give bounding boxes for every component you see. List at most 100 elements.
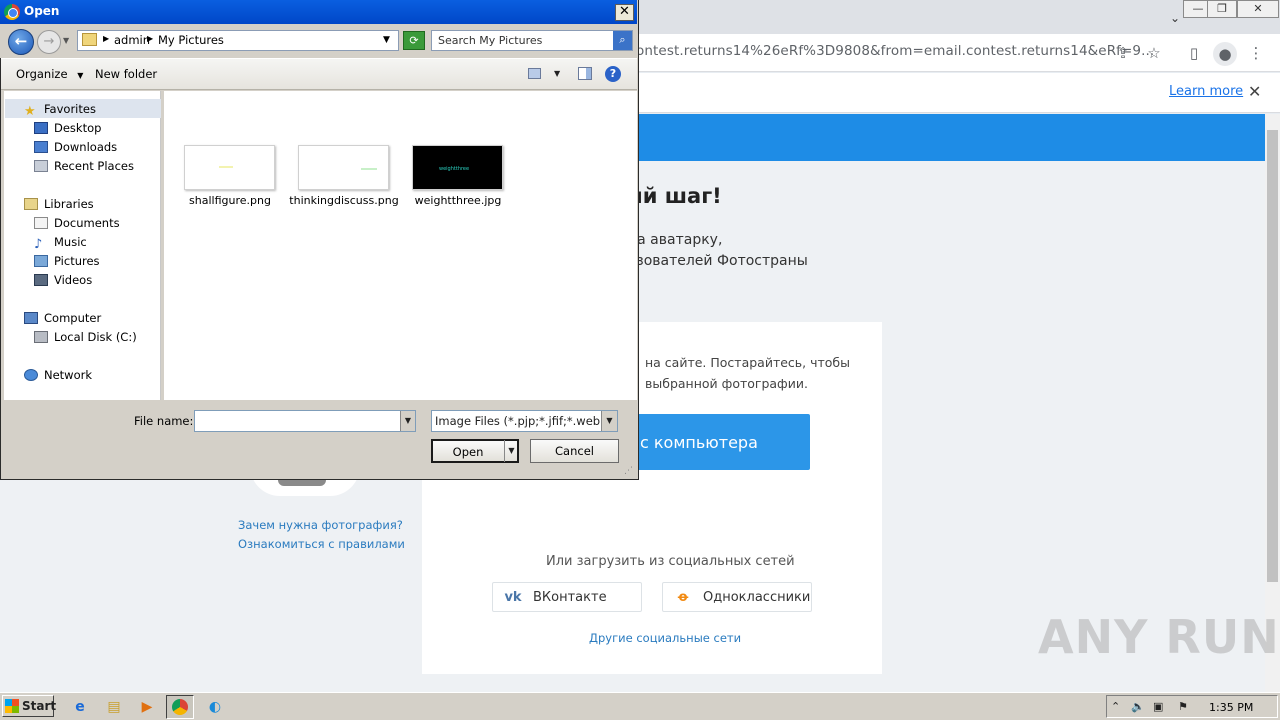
breadcrumb-admin[interactable]: admin [114,33,150,47]
media-player-icon[interactable]: ▶ [133,695,161,719]
organize-button[interactable]: Organize ▼ [16,67,83,81]
action-center-flag-icon[interactable]: ⚑ [1178,700,1188,713]
vk-icon: vk [504,589,522,605]
breadcrumb-my-pictures[interactable]: My Pictures [158,33,224,47]
search-icon[interactable]: ⌕ [613,31,632,50]
thumbnail-text: weightthree [439,166,470,172]
breadcrumb-arrow-icon[interactable]: ▶ [147,34,153,43]
file-type-select[interactable]: Image Files (*.pjp;*.jfif;*.webp;* [431,410,618,432]
music-icon: ♪ [34,237,43,252]
infobar-close-icon[interactable]: ✕ [1248,82,1261,101]
file-explorer-icon[interactable]: ▤ [100,695,128,719]
libraries-icon [24,198,38,210]
file-name-weightthree[interactable]: weightthree.jpg [401,194,515,207]
nav-item-libraries[interactable]: Libraries [24,197,94,211]
file-type-dropdown-icon[interactable]: ▼ [601,411,617,431]
learn-more-link[interactable]: Learn more [1169,84,1243,99]
file-name-thinkingdiscuss[interactable]: thinkingdiscuss.png [287,194,401,207]
view-dropdown-icon[interactable]: ▼ [554,69,560,78]
volume-icon[interactable]: 🔈 [1131,700,1145,713]
refresh-button[interactable]: ⟳ [403,31,425,50]
nav-item-desktop[interactable]: Desktop [34,121,101,135]
new-folder-button[interactable]: New folder [95,67,157,81]
bookmark-star-icon[interactable]: ☆ [1143,42,1165,64]
nav-item-favorites[interactable]: ★ Favorites [24,102,96,119]
odnoklassniki-button[interactable]: ꝋ Одноклассники [662,582,812,612]
folder-icon [82,33,97,46]
card-text-line-2: выбранной фотографии. [645,376,808,391]
network-icon [24,369,38,381]
anyrun-watermark: ANY RUN [1038,610,1280,664]
nav-item-recent-places[interactable]: Recent Places [34,159,134,173]
address-bar-url[interactable]: ontest.returns14%26eRf%3D9808&from=email… [636,43,1154,59]
nav-item-videos[interactable]: Videos [34,273,92,287]
recent-places-icon [34,160,48,172]
cancel-button[interactable]: Cancel [530,439,619,463]
taskbar-clock[interactable]: 1:35 PM [1209,701,1253,714]
breadcrumb-arrow-icon[interactable]: ▶ [103,34,109,43]
dialog-close-button[interactable]: ✕ [615,4,634,21]
window-close-button[interactable]: ✕ [1237,0,1279,18]
open-split-dropdown-icon[interactable]: ▼ [504,440,518,462]
dialog-titlebar[interactable] [0,0,637,24]
chrome-taskbar-button[interactable] [166,695,194,719]
nav-item-network[interactable]: Network [24,368,92,382]
odnoklassniki-icon: ꝋ [677,589,689,605]
page-subtitle-line-1: на аватарку, [628,232,723,248]
file-name-shallfigure[interactable]: shallfigure.png [173,194,287,207]
file-thumbnail-thinkingdiscuss[interactable] [298,145,389,190]
resize-grip-icon[interactable]: ⋰ [624,466,633,476]
nav-item-computer[interactable]: Computer [24,311,101,325]
menu-kebab-icon[interactable]: ⋮ [1245,42,1267,64]
or-social-text: Или загрузить из социальных сетей [546,554,795,569]
chrome-icon [172,699,188,715]
profile-avatar-icon[interactable]: ● [1213,42,1237,66]
nav-item-documents[interactable]: Documents [34,216,120,230]
side-panel-icon[interactable]: ▯ [1183,42,1205,64]
nav-item-downloads[interactable]: Downloads [34,140,117,154]
file-name-dropdown-icon[interactable]: ▼ [400,411,415,431]
back-button[interactable]: ← [8,29,34,55]
history-chevron-down-icon[interactable]: ▼ [63,36,69,45]
thumbnail-content [219,166,233,168]
page-heading: ий шаг! [628,184,722,208]
preview-pane-icon[interactable] [578,67,592,80]
nav-item-music[interactable]: ♪ Music [34,235,87,252]
open-button-label: Open [452,445,484,459]
edge-icon[interactable]: ◐ [201,695,229,719]
restore-button[interactable]: ❐ [1207,0,1237,18]
upload-button-label: с компьютера [640,432,758,452]
desktop-icon [34,122,48,134]
vk-button[interactable]: vk ВКонтакте [492,582,642,612]
windows-logo-icon [5,699,19,713]
videos-icon [34,274,48,286]
tray-expand-icon[interactable]: ⌃ [1111,700,1120,713]
nav-item-local-disk[interactable]: Local Disk (C:) [34,330,137,344]
file-list-pane [164,91,637,400]
file-name-label: File name: [134,414,194,428]
other-social-link[interactable]: Другие социальные сети [589,631,741,645]
rules-link[interactable]: Ознакомиться с правилами [238,537,405,551]
page-subtitle-line-2: ьзователей Фотостраны [628,253,808,269]
file-thumbnail-weightthree[interactable]: weightthree [412,145,503,190]
dialog-title: Open [24,4,60,18]
organize-label: Organize [16,67,68,81]
why-photo-link[interactable]: Зачем нужна фотография? [238,518,403,532]
hard-disk-icon [34,331,48,343]
change-view-icon[interactable] [528,68,541,79]
file-thumbnail-shallfigure[interactable] [184,145,275,190]
share-icon[interactable]: ⇪ [1112,42,1134,64]
downloads-icon [34,141,48,153]
page-scrollbar-thumb[interactable] [1267,130,1278,582]
internet-explorer-icon[interactable]: e [66,695,94,719]
thumbnail-content [361,168,377,170]
address-dropdown-icon[interactable]: ▼ [383,35,390,45]
chevron-down-icon: ▼ [77,71,84,80]
forward-button[interactable]: → [37,30,61,54]
network-tray-icon[interactable]: ▣ [1153,700,1163,713]
pictures-icon [34,255,48,267]
file-name-input[interactable] [194,410,416,432]
nav-item-pictures[interactable]: Pictures [34,254,100,268]
documents-icon [34,217,48,229]
help-icon[interactable]: ? [605,66,621,82]
